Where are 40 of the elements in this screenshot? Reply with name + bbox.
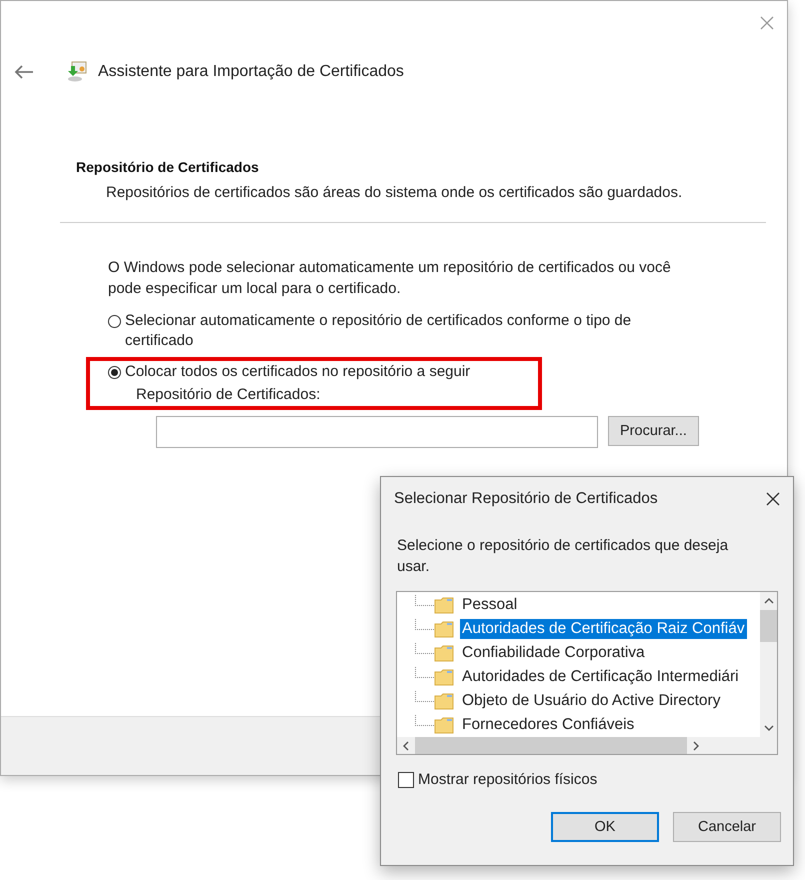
close-icon[interactable]: [765, 491, 781, 507]
field-label: Repositório de Certificados:: [135, 385, 322, 403]
vertical-scrollbar[interactable]: [760, 592, 777, 737]
folder-icon: [434, 668, 454, 686]
intro-text: O Windows pode selecionar automaticamente um repositório de certificados ou você pode especificar um local para o certificado.: [108, 258, 672, 299]
option-label: Colocar todos os certificados no repositório a seguir: [125, 362, 472, 382]
horizontal-scrollbar[interactable]: [397, 737, 777, 754]
dialog-title: Selecionar Repositório de Certificados: [394, 490, 658, 508]
chevron-right-icon[interactable]: [693, 740, 699, 750]
scroll-thumb[interactable]: [760, 610, 777, 642]
radio-button[interactable]: [108, 366, 121, 379]
dialog-button[interactable]: Cancelar: [673, 812, 781, 842]
chevron-left-icon[interactable]: [403, 740, 409, 750]
tree-item[interactable]: Fornecedores Confiáveis: [460, 715, 636, 735]
tree-item[interactable]: Objeto de Usuário do Active Directory: [460, 691, 722, 711]
window-title: Assistente para Importação de Certificados: [98, 63, 404, 81]
tree-item[interactable]: Autoridades de Certificação Intermediári: [460, 667, 741, 687]
dialog-button[interactable]: OK: [551, 812, 659, 842]
folder-icon: [434, 644, 454, 662]
chevron-up-icon[interactable]: [764, 598, 774, 604]
certificate-icon: [66, 61, 88, 83]
back-arrow-icon[interactable]: [14, 65, 34, 79]
checkbox[interactable]: [398, 772, 414, 788]
folder-icon: [434, 716, 454, 734]
tree-item[interactable]: Confiabilidade Corporativa: [460, 643, 647, 663]
chevron-down-icon[interactable]: [764, 725, 774, 731]
dialog-prompt: Selecione o repositório de certificados que deseja usar.: [397, 536, 730, 577]
folder-icon: [434, 596, 454, 614]
folder-icon: [434, 620, 454, 638]
folder-icon: [434, 692, 454, 710]
radio-button[interactable]: [108, 315, 121, 328]
section-heading: Repositório de Certificados: [76, 159, 260, 175]
browse-button[interactable]: Procurar...: [608, 416, 699, 446]
section-description: Repositórios de certificados são áreas do sistema onde os certificados são guardados.: [105, 183, 684, 201]
option-label: Selecionar automaticamente o repositório de certificados conforme o tipo de certificado: [125, 311, 632, 351]
scroll-thumb[interactable]: [415, 737, 687, 754]
checkbox-label: Mostrar repositórios físicos: [418, 771, 598, 788]
tree-item[interactable]: Autoridades de Certificação Raiz Confiáv: [460, 619, 747, 639]
tree-item[interactable]: Pessoal: [460, 595, 520, 615]
store-input-field[interactable]: [156, 416, 598, 448]
